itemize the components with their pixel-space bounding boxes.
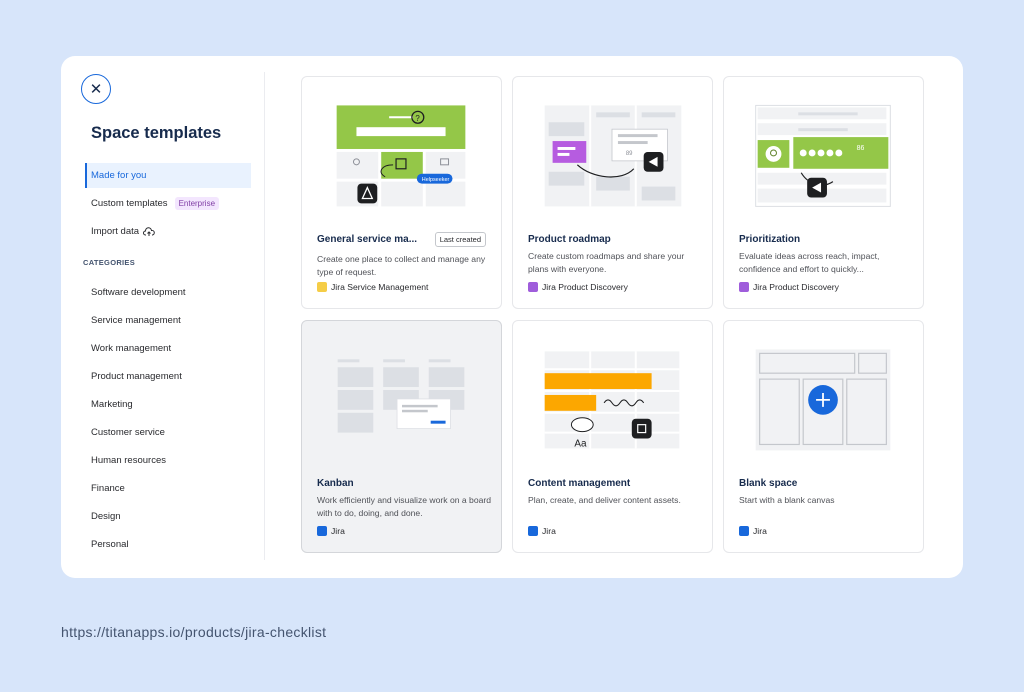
card-description: Work efficiently and visualize work on a… bbox=[317, 495, 492, 518]
jira-icon bbox=[739, 526, 749, 536]
template-card-general-service[interactable]: ? Helpseeker General service ma... Last … bbox=[301, 76, 502, 309]
card-description: Create custom roadmaps and share your pl… bbox=[528, 251, 685, 274]
categories-heading: CATEGORIES bbox=[83, 258, 136, 267]
category-customer-service[interactable]: Customer service bbox=[91, 427, 165, 438]
service-illustration: ? Helpseeker bbox=[336, 105, 466, 207]
category-design[interactable]: Design bbox=[91, 511, 121, 522]
enterprise-badge: Enterprise bbox=[174, 197, 220, 210]
sidebar-divider bbox=[264, 72, 265, 560]
jira-product-discovery-icon bbox=[739, 282, 749, 292]
card-product: Jira bbox=[317, 526, 345, 536]
last-created-tag: Last created bbox=[434, 232, 486, 247]
card-description: Evaluate ideas across reach, impact, con… bbox=[739, 251, 880, 274]
card-product: Jira Service Management bbox=[317, 282, 428, 292]
dialog-title: Space templates bbox=[91, 124, 222, 142]
card-description: Plan, create, and deliver content assets… bbox=[528, 495, 681, 505]
roadmap-illustration: 89 bbox=[544, 105, 682, 207]
blank-space-illustration bbox=[755, 349, 891, 451]
jira-service-management-icon bbox=[317, 282, 327, 292]
category-personal[interactable]: Personal bbox=[91, 539, 129, 550]
card-product: Jira Product Discovery bbox=[528, 282, 628, 292]
card-title: General service ma... bbox=[317, 234, 418, 245]
category-work-management[interactable]: Work management bbox=[91, 343, 171, 354]
svg-text:?: ? bbox=[415, 114, 420, 123]
card-title: Kanban bbox=[317, 478, 354, 489]
jira-icon bbox=[317, 526, 327, 536]
font-sample: Aa bbox=[574, 438, 587, 449]
close-button[interactable]: ✕ bbox=[81, 74, 111, 104]
nav-import-data[interactable]: Import data bbox=[85, 219, 251, 244]
template-card-kanban[interactable]: Kanban Work efficiently and visualize wo… bbox=[301, 320, 502, 553]
category-finance[interactable]: Finance bbox=[91, 483, 125, 494]
product-label: Jira Service Management bbox=[331, 282, 429, 292]
nav-label: Custom templates bbox=[91, 198, 168, 209]
card-product: Jira bbox=[739, 526, 767, 536]
nav-label: Made for you bbox=[91, 170, 147, 181]
product-label: Jira bbox=[542, 526, 556, 536]
card-title: Product roadmap bbox=[528, 234, 611, 245]
category-service-management[interactable]: Service management bbox=[91, 315, 181, 326]
nav-made-for-you[interactable]: Made for you bbox=[85, 163, 251, 188]
product-label: Jira bbox=[331, 526, 345, 536]
source-url: https://titanapps.io/products/jira-check… bbox=[61, 624, 327, 640]
product-label: Jira Product Discovery bbox=[542, 282, 628, 292]
template-card-blank-space[interactable]: Blank space Start with a blank canvas Ji… bbox=[723, 320, 924, 553]
category-human-resources[interactable]: Human resources bbox=[91, 455, 166, 466]
card-description: Start with a blank canvas bbox=[739, 495, 835, 505]
space-templates-dialog: ✕ Space templates Made for you Custom te… bbox=[61, 56, 963, 578]
close-icon: ✕ bbox=[89, 81, 103, 98]
template-card-product-roadmap[interactable]: 89 Product roadmap Create custom roadmap… bbox=[512, 76, 713, 309]
card-title: Blank space bbox=[739, 478, 798, 489]
content-illustration: Aa bbox=[544, 351, 680, 449]
card-product: Jira bbox=[528, 526, 556, 536]
category-product-management[interactable]: Product management bbox=[91, 371, 182, 382]
nav-label: Import data bbox=[91, 226, 140, 237]
roadmap-number: 89 bbox=[626, 151, 633, 157]
template-card-prioritization[interactable]: 86 Prioritization Evaluate ideas across … bbox=[723, 76, 924, 309]
priority-score: 86 bbox=[857, 145, 865, 152]
product-label: Jira Product Discovery bbox=[753, 282, 839, 292]
prioritization-illustration: 86 bbox=[755, 104, 891, 207]
nav-custom-templates[interactable]: Custom templates Enterprise bbox=[85, 191, 251, 216]
product-label: Jira bbox=[753, 526, 767, 536]
cloud-upload-icon bbox=[143, 226, 155, 236]
card-description: Create one place to collect and manage a… bbox=[317, 254, 486, 277]
category-marketing[interactable]: Marketing bbox=[91, 399, 133, 410]
kanban-illustration bbox=[337, 359, 465, 433]
template-card-content-management[interactable]: Aa Content management Plan, create, and … bbox=[512, 320, 713, 553]
jira-icon bbox=[528, 526, 538, 536]
card-title: Prioritization bbox=[739, 234, 801, 245]
card-title: Content management bbox=[528, 478, 631, 489]
category-software-development[interactable]: Software development bbox=[91, 287, 186, 298]
jira-product-discovery-icon bbox=[528, 282, 538, 292]
helpseeker-label: Helpseeker bbox=[422, 177, 450, 183]
card-product: Jira Product Discovery bbox=[739, 282, 839, 292]
